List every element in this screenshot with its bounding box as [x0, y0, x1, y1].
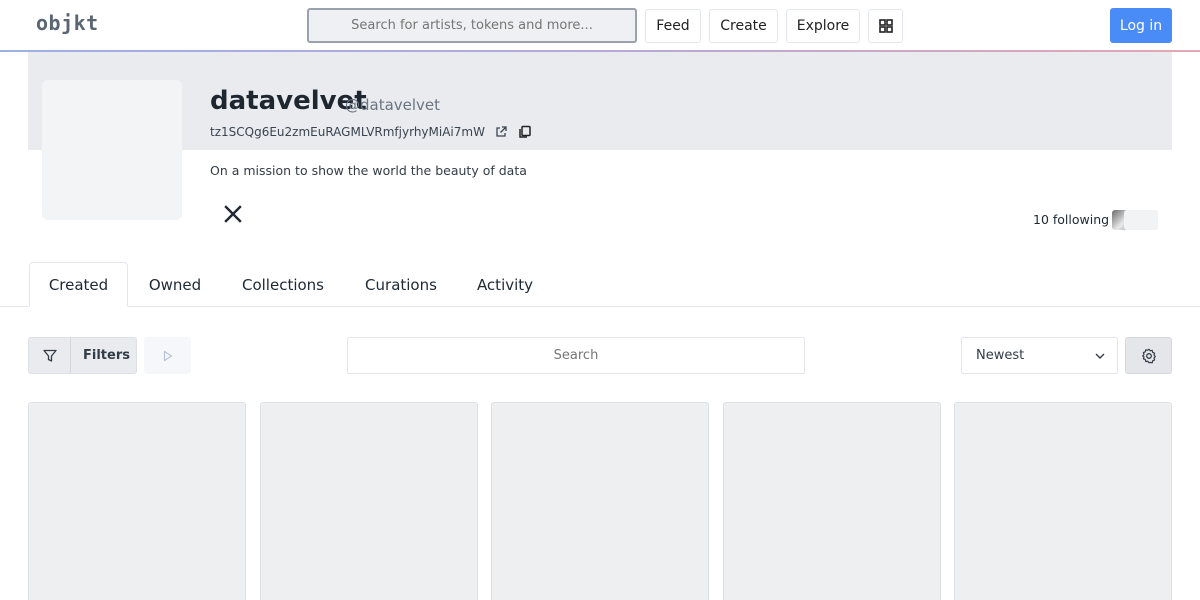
filters-label: Filters — [83, 348, 130, 363]
gear-icon — [1141, 348, 1156, 363]
tab-created[interactable]: Created — [29, 262, 128, 307]
filters-button[interactable]: Filters — [28, 337, 137, 374]
profile-tabs: Created Owned Collections Curations Acti… — [0, 262, 1200, 307]
display-settings-button[interactable] — [1125, 337, 1172, 374]
explore-button[interactable]: Explore — [786, 9, 860, 43]
chevron-down-icon — [1095, 353, 1105, 359]
following-avatar[interactable] — [1138, 210, 1158, 230]
external-link-icon[interactable] — [493, 124, 509, 140]
token-card[interactable] — [491, 402, 709, 600]
grid-icon — [878, 19, 893, 33]
sort-value: Newest — [976, 348, 1025, 363]
profile-username: datavelvet — [210, 86, 367, 116]
profile-avatar — [42, 80, 182, 220]
feed-button[interactable]: Feed — [645, 9, 701, 43]
sort-select[interactable]: Newest — [961, 337, 1118, 374]
token-card[interactable] — [954, 402, 1172, 600]
top-header: objkt Feed Create Explore Log in — [0, 0, 1200, 52]
token-card[interactable] — [260, 402, 478, 600]
tab-collections[interactable]: Collections — [228, 262, 338, 307]
following-count[interactable]: 10 following — [1033, 212, 1109, 227]
filter-icon — [42, 349, 57, 362]
login-button[interactable]: Log in — [1110, 8, 1172, 43]
site-logo[interactable]: objkt — [36, 11, 99, 35]
copy-icon[interactable] — [517, 124, 533, 140]
profile-handle: @datavelvet — [345, 96, 441, 114]
content-search-input[interactable] — [347, 337, 805, 374]
token-card[interactable] — [723, 402, 941, 600]
profile-bio: On a mission to show the world the beaut… — [210, 163, 527, 178]
play-button[interactable] — [144, 337, 191, 374]
filter-icon-wrap — [29, 338, 71, 373]
x-logo-icon[interactable] — [224, 205, 242, 223]
play-icon — [163, 350, 172, 361]
create-button[interactable]: Create — [709, 9, 778, 43]
tab-owned[interactable]: Owned — [135, 262, 215, 307]
apps-grid-button[interactable] — [868, 9, 903, 43]
tab-curations[interactable]: Curations — [352, 262, 450, 307]
wallet-address: tz1SCQg6Eu2zmEuRAGMLVRmfjyrhyMiAi7mW — [210, 125, 485, 139]
profile-banner — [28, 52, 1172, 150]
global-search-input[interactable] — [307, 8, 637, 43]
wallet-address-row: tz1SCQg6Eu2zmEuRAGMLVRmfjyrhyMiAi7mW — [210, 124, 533, 140]
token-card[interactable] — [28, 402, 246, 600]
tab-activity[interactable]: Activity — [463, 262, 547, 307]
